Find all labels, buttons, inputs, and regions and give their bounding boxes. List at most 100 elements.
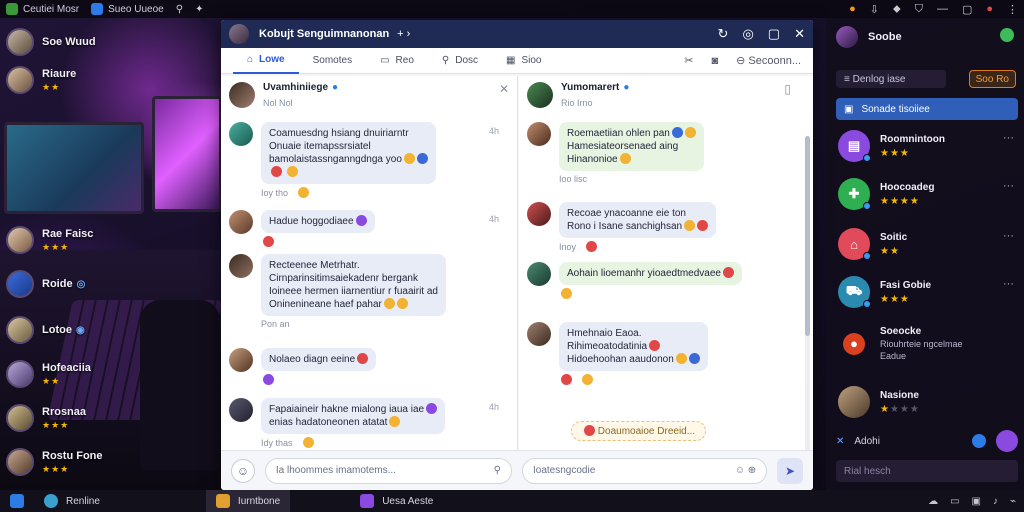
notification-icon[interactable]: ● <box>849 3 856 15</box>
sort-dropdown[interactable]: ≡ Denlog iase <box>836 70 946 88</box>
taskbar-app-label: Uesa Aeste <box>382 495 434 507</box>
left-contact-item[interactable]: Rostu Fone ★★★ <box>6 448 103 476</box>
shield-icon[interactable]: ⛉ <box>915 3 923 16</box>
verified-icon: ● <box>623 82 630 93</box>
conversation-pane-left: Uvamhiniiege ● Nol Nol ✕ Coamuesdng hsian… <box>221 76 518 450</box>
more-options-icon[interactable]: ··· <box>1003 180 1014 192</box>
contact-name: Uvamhiniiege ● <box>263 82 339 93</box>
message-bubble[interactable]: Recteenee Metrhatr. Cirnparinsitimsaieka… <box>261 254 446 316</box>
left-contact-item[interactable]: Roide ◎ <box>6 270 85 298</box>
more-options-icon[interactable]: ··· <box>1003 278 1014 290</box>
tab-sioo[interactable]: ▦ Sioo <box>492 48 555 74</box>
left-contact-item[interactable]: Lotoe ◉ <box>6 316 85 344</box>
close-icon[interactable]: ✕ <box>794 26 805 42</box>
avatar <box>527 262 551 286</box>
message-meta: Idy thas <box>261 437 445 448</box>
contact-name: Yumomarert ● <box>561 82 630 93</box>
status-badge[interactable]: Soo Ro <box>968 70 1016 88</box>
message-meta: Pon an <box>261 319 290 329</box>
cloud-icon[interactable]: ☁ <box>928 496 938 507</box>
tab-dosc[interactable]: ⚲ Dosc <box>428 48 492 74</box>
more-options-icon[interactable]: ··· <box>1003 132 1014 144</box>
left-contact-item[interactable]: Soe Wuud <box>6 28 96 56</box>
avatar <box>6 316 34 344</box>
add-participant-button[interactable]: + › <box>397 28 410 40</box>
avatar <box>6 28 34 56</box>
more-options-icon[interactable]: ··· <box>1003 230 1014 242</box>
taskbar-app-1[interactable]: Renline <box>34 490 110 512</box>
topbar-app-1[interactable]: Ceutiei Mosr <box>0 0 85 18</box>
refresh-icon[interactable]: ↻ <box>718 26 729 42</box>
tab-somotes[interactable]: Somotes <box>299 48 366 74</box>
maximize-icon[interactable]: ▢ <box>962 3 972 16</box>
sidebar-list-item[interactable]: ✚ Hoocoadeg ★★★★ ··· <box>838 178 1014 210</box>
tools-icon[interactable]: ✂ <box>684 54 693 67</box>
system-notice[interactable]: Doaumoaioe Dreeid... <box>571 421 707 441</box>
keyboard-icon[interactable]: ▭ <box>950 496 959 507</box>
message-bubble[interactable]: Hmehnaio Eaoa. Rihimeoatodatinia Hidoeho… <box>559 322 708 371</box>
volume-icon[interactable]: ♪ <box>993 496 998 507</box>
message-bubble[interactable]: Coamuesdng hsiang dnuiriarntr Onuaie ite… <box>261 122 436 184</box>
message-bubble[interactable]: Roemaetiian ohlen pan Hamesiateorsenaed … <box>559 122 704 171</box>
menu-icon[interactable]: ⋮ <box>1007 3 1018 16</box>
network-icon[interactable]: ⌁ <box>1010 496 1016 507</box>
message-input-left[interactable]: Ia lhoommes imamotems... ⚲ <box>264 457 512 484</box>
app-icon <box>44 494 58 508</box>
taskbar-app-3[interactable]: Uesa Aeste <box>350 490 443 512</box>
minimize-icon[interactable]: — <box>937 3 948 15</box>
sidebar-list-item[interactable]: ⛟ Fasi Gobie ★★★ ··· <box>838 276 1014 308</box>
settings-icon[interactable] <box>1000 28 1014 42</box>
message-bubble[interactable]: Recoae ynacoanne eie ton Rono i Isane sa… <box>559 202 717 238</box>
rating-stars: ★★★ <box>880 293 910 305</box>
message-bubble[interactable]: Nolaeo diagn eeine <box>261 348 377 371</box>
close-icon[interactable]: ● <box>986 3 993 15</box>
sidebar-list-item[interactable]: ▤ Roomnintoon ★★★ ··· <box>838 130 1014 162</box>
display-icon[interactable]: ▣ <box>972 496 981 507</box>
mic-icon: ⚲ <box>493 465 501 476</box>
close-pane-button[interactable]: ✕ <box>499 82 509 96</box>
sidebar-list-item[interactable]: ● Soeocke Riouhrteie ngcelmae Eadue <box>838 326 1014 361</box>
topbar-star-icon[interactable]: ✦ <box>189 0 209 18</box>
check-icon[interactable] <box>972 434 986 448</box>
conversation-pane-right: Yumomarert ● Rio Irno ▯ Roemaetiian ohlen… <box>519 76 813 450</box>
avatar <box>6 404 34 432</box>
maximize-icon[interactable]: ▢ <box>768 26 780 42</box>
camera-icon[interactable]: ◙ <box>711 55 718 67</box>
grid-icon: ▦ <box>506 55 516 66</box>
message-bubble[interactable]: Hadue hoggodiaee <box>261 210 375 233</box>
find-input[interactable]: Rial hesch <box>836 460 1018 482</box>
left-contact-item[interactable]: Rrosnaa ★★★ <box>6 404 86 432</box>
emoji-icon[interactable]: ☺ <box>231 458 255 483</box>
start-button[interactable] <box>0 490 34 512</box>
close-icon[interactable]: ✕ <box>836 436 844 447</box>
message-input-right[interactable]: Ioatesngcodie ☺ ⊕ <box>522 457 768 484</box>
contact-name: Soe Wuud <box>42 36 96 48</box>
taskbar-app-2[interactable]: Iurntbone <box>205 490 291 512</box>
sidebar-list-item[interactable]: Nasione ★★★★ <box>838 386 1014 418</box>
record-icon[interactable]: ◎ <box>742 26 753 42</box>
pane-options-button[interactable]: ▯ <box>784 82 791 96</box>
tab-lowe[interactable]: ⌂ Lowe <box>233 48 299 74</box>
left-contact-item[interactable]: Hofeaciia ★★ <box>6 360 91 388</box>
scrollbar[interactable] <box>805 136 810 450</box>
avatar <box>229 122 253 146</box>
tab-reo[interactable]: ▭ Reo <box>366 48 428 74</box>
message-bubble[interactable]: Aohain lioemanhr yioaedtmedvaee <box>559 262 742 285</box>
send-button[interactable]: ➤ <box>777 457 803 484</box>
scrollbar-thumb[interactable] <box>805 136 810 336</box>
app-icon: ● <box>843 332 865 355</box>
search-button[interactable]: ⊖ Secoonn... <box>736 54 801 67</box>
download-icon[interactable]: ⇩ <box>870 3 879 16</box>
message-bubble[interactable]: Fapaiaineir hakne mialong iaua iae enias… <box>261 398 446 434</box>
search-button[interactable]: ▣ Sonade tisoiiee <box>836 98 1018 120</box>
left-contact-item[interactable]: Rae Faisc ★★★ <box>6 226 93 254</box>
send-button[interactable] <box>996 430 1018 452</box>
topbar-link-icon[interactable]: ⚲ <box>170 0 189 18</box>
pin-icon[interactable]: ⬥ <box>893 3 901 16</box>
wallpaper-chair <box>140 300 220 470</box>
sidebar-header: Soobe <box>836 26 902 48</box>
left-contact-item[interactable]: Riaure ★★ <box>6 66 76 94</box>
tab-label: Sioo <box>521 55 542 66</box>
sidebar-list-item[interactable]: ⌂ Soitic ★★ ··· <box>838 228 1014 260</box>
topbar-app-2[interactable]: Sueo Uueoe <box>85 0 170 18</box>
